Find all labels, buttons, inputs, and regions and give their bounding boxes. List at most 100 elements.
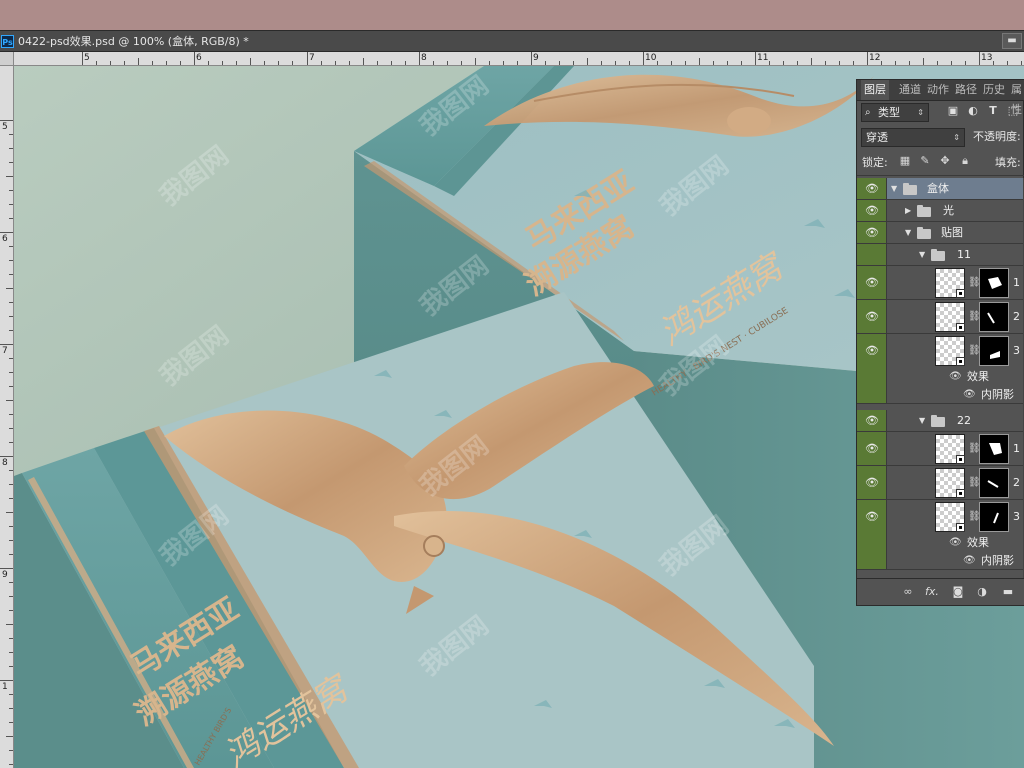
adjustment-icon[interactable]: ◑ (975, 585, 989, 599)
ruler-minor-tick (138, 58, 139, 65)
lock-brush-icon[interactable]: ✎ (919, 154, 931, 168)
visibility-toggle[interactable]: 👁︎ (857, 300, 887, 333)
adjustment-filter-icon[interactable]: ◐ (967, 105, 979, 117)
layer-row-smart[interactable]: 👁︎ ▪ ⛓ 1 (857, 266, 1024, 300)
layer-thumbnail[interactable]: ▪ (935, 336, 965, 366)
visibility-toggle[interactable]: 👁︎ (857, 266, 887, 299)
pixel-filter-icon[interactable]: ▣ (947, 105, 959, 117)
ruler-minor-tick (9, 246, 13, 247)
visibility-toggle[interactable]: 👁︎ (857, 200, 887, 221)
expand-triangle-icon[interactable]: ▼ (905, 228, 911, 238)
minimize-button[interactable]: ▬ (1002, 33, 1022, 49)
layer-mask-thumbnail[interactable] (979, 336, 1009, 366)
layer-thumbnail[interactable]: ▪ (935, 268, 965, 298)
visibility-toggle[interactable]: 👁︎ (857, 178, 887, 199)
layer-row-smart[interactable]: 👁︎ ▪ ⛓ 3 (857, 500, 1024, 534)
layer-row-group[interactable]: 👁︎ ▼ 22 (857, 410, 1024, 432)
link-chain-icon[interactable]: ⛓ (968, 311, 981, 323)
visibility-toggle[interactable]: 👁︎ (857, 222, 887, 243)
type-filter-icon[interactable]: T (987, 105, 999, 117)
layer-list[interactable]: 👁︎ ▼ 盒体 👁︎ ▶ 光 👁︎ ▼ 贴图 ▼ 11 👁︎ ▪ ⛓ 1 👁︎ … (857, 178, 1024, 578)
layer-row-group[interactable]: 👁︎ ▶ 光 (857, 200, 1024, 222)
tab-properties[interactable]: 属性 (1011, 80, 1024, 116)
eye-icon: 👁︎ (865, 344, 879, 357)
layer-row-smart[interactable]: 👁︎ ▪ ⛓ 3 (857, 334, 1024, 368)
layer-row-smart[interactable]: 👁︎ ▪ ⛓ 1 (857, 432, 1024, 466)
visibility-toggle[interactable] (857, 552, 887, 569)
layer-effect-item[interactable]: 👁︎ 内阴影 (857, 552, 1024, 570)
link-chain-icon[interactable]: ⛓ (968, 443, 981, 455)
eye-icon[interactable]: 👁︎ (949, 537, 962, 549)
layer-thumbnail[interactable]: ▪ (935, 502, 965, 532)
horizontal-ruler[interactable]: 5 6 7 8 9 10 11 12 13 (14, 52, 1024, 66)
link-chain-icon[interactable]: ⛓ (968, 345, 981, 357)
fx-icon[interactable]: fx. (925, 585, 939, 599)
ruler-minor-tick (9, 526, 13, 527)
layer-mask-thumbnail[interactable] (979, 434, 1009, 464)
visibility-toggle[interactable]: 👁︎ (857, 334, 887, 368)
eye-icon[interactable]: 👁︎ (963, 555, 976, 567)
lock-all-icon[interactable]: 🔒︎ (959, 154, 971, 168)
link-chain-icon[interactable]: ⛓ (968, 277, 981, 289)
ruler-minor-tick (9, 540, 13, 541)
layer-row-smart[interactable]: 👁︎ ▪ ⛓ 2 (857, 300, 1024, 334)
eye-icon: 👁︎ (865, 442, 879, 455)
tab-actions[interactable]: 动作 (927, 80, 949, 100)
ruler-minor-tick (727, 61, 728, 65)
layer-effect-item[interactable]: 👁︎ 内阴影 (857, 386, 1024, 404)
blend-mode-label: 穿透 (866, 131, 888, 144)
tab-channels[interactable]: 通道 (899, 80, 921, 100)
ruler-major-tick (979, 52, 980, 65)
visibility-toggle[interactable] (857, 534, 887, 552)
visibility-toggle[interactable] (857, 368, 887, 386)
ruler-label: 5 (2, 122, 8, 132)
layer-row-group[interactable]: ▼ 11 (857, 244, 1024, 266)
layer-effects-row[interactable]: 👁︎ 效果 (857, 534, 1024, 552)
visibility-toggle[interactable]: 👁︎ (857, 410, 887, 431)
lock-move-icon[interactable]: ✥ (939, 154, 951, 168)
ruler-minor-tick (9, 134, 13, 135)
ruler-minor-tick (601, 61, 602, 65)
layer-thumbnail[interactable]: ▪ (935, 302, 965, 332)
layer-name: 2 (1013, 476, 1020, 489)
ruler-minor-tick (9, 554, 13, 555)
layer-mask-thumbnail[interactable] (979, 268, 1009, 298)
tab-layers[interactable]: 图层 (861, 80, 889, 100)
mask-icon[interactable]: ◙ (951, 585, 965, 599)
layer-mask-thumbnail[interactable] (979, 468, 1009, 498)
visibility-toggle[interactable]: 👁︎ (857, 500, 887, 534)
link-chain-icon[interactable]: ⛓ (968, 477, 981, 489)
expand-triangle-icon[interactable]: ▼ (891, 184, 897, 194)
link-chain-icon[interactable]: ⛓ (968, 511, 981, 523)
visibility-toggle[interactable]: 👁︎ (857, 432, 887, 465)
layer-thumbnail[interactable]: ▪ (935, 434, 965, 464)
visibility-toggle[interactable] (857, 244, 887, 265)
collapsed-triangle-icon[interactable]: ▶ (905, 206, 911, 216)
layer-row-smart[interactable]: 👁︎ ▪ ⛓ 2 (857, 466, 1024, 500)
visibility-toggle[interactable]: 👁︎ (857, 466, 887, 499)
layer-row-group[interactable]: 👁︎ ▼ 盒体 (857, 178, 1024, 200)
ruler-minor-tick (349, 61, 350, 65)
expand-triangle-icon[interactable]: ▼ (919, 416, 925, 426)
eye-icon[interactable]: 👁︎ (963, 389, 976, 401)
expand-triangle-icon[interactable]: ▼ (919, 250, 925, 260)
filter-kind-select[interactable]: ⌕ 类型 ⇕ (861, 103, 929, 122)
document-tab-title[interactable]: 0422-psd效果.psd @ 100% (盒体, RGB/8) * (18, 34, 249, 49)
blend-mode-select[interactable]: 穿透 ⇕ (861, 128, 965, 147)
shape-filter-icon[interactable]: ⬚ (1007, 105, 1019, 117)
folder-icon[interactable]: ▬ (1001, 585, 1015, 599)
vertical-ruler[interactable]: 5 6 7 8 9 1 (0, 66, 14, 768)
layer-mask-thumbnail[interactable] (979, 502, 1009, 532)
eye-icon[interactable]: 👁︎ (949, 371, 962, 383)
tab-history[interactable]: 历史 (983, 80, 1005, 100)
tab-paths[interactable]: 路径 (955, 80, 977, 100)
visibility-toggle[interactable] (857, 386, 887, 403)
link-icon[interactable]: ∞ (901, 585, 915, 599)
layer-effects-row[interactable]: 👁︎ 效果 (857, 368, 1024, 386)
ruler-minor-tick (587, 58, 588, 65)
layer-row-group[interactable]: 👁︎ ▼ 贴图 (857, 222, 1024, 244)
layer-thumbnail[interactable]: ▪ (935, 468, 965, 498)
lock-transparent-icon[interactable]: ▦ (899, 154, 911, 168)
layer-mask-thumbnail[interactable] (979, 302, 1009, 332)
ruler-origin[interactable] (0, 52, 14, 66)
